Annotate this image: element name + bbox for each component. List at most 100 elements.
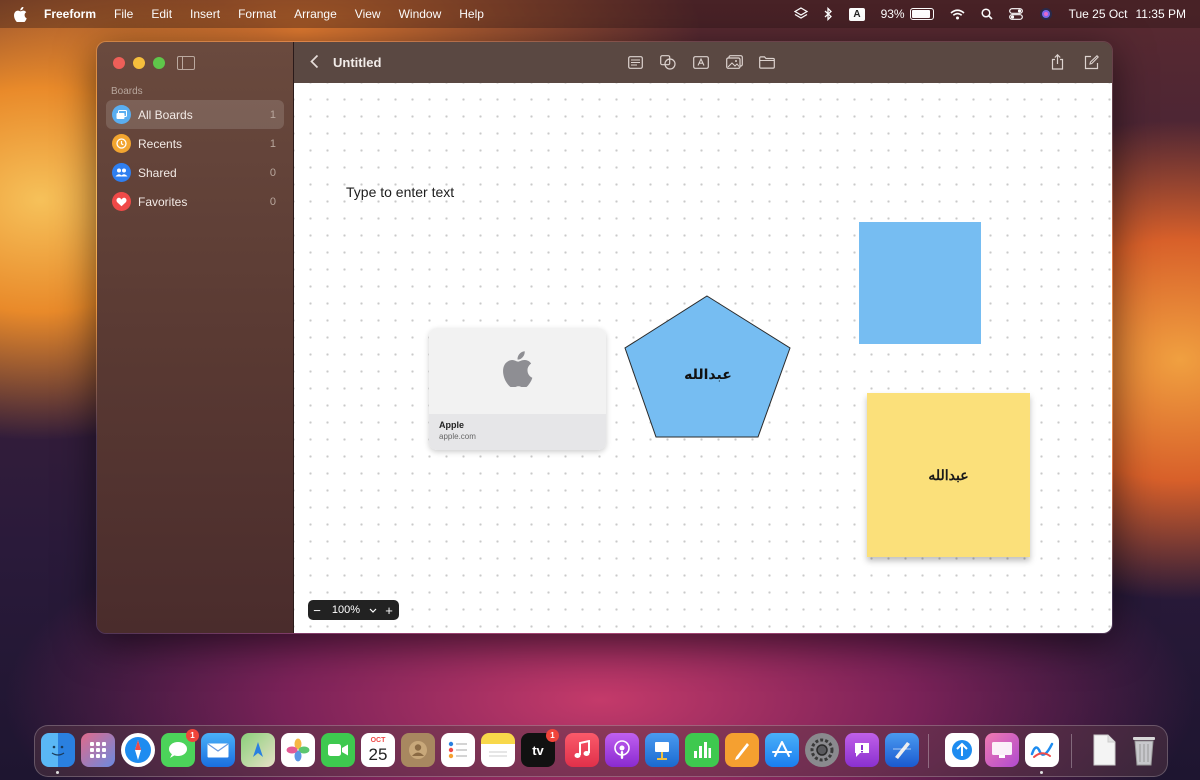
launchpad-icon[interactable] — [81, 733, 115, 767]
trash-icon[interactable] — [1127, 733, 1161, 767]
sidebar-item-count: 1 — [269, 108, 276, 121]
share-icon[interactable] — [1048, 54, 1066, 70]
sidebar-toggle-icon[interactable] — [177, 56, 195, 70]
music-icon[interactable] — [565, 733, 599, 767]
sticky-note-text: عبدالله — [928, 466, 969, 483]
mail-icon[interactable] — [201, 733, 235, 767]
sidebar-item-shared[interactable]: Shared 0 — [106, 158, 284, 187]
messages-icon[interactable]: 1 — [161, 729, 199, 767]
zoom-window-button[interactable] — [153, 57, 165, 69]
reminders-icon[interactable] — [441, 733, 475, 767]
apple-menu-icon[interactable] — [14, 6, 30, 22]
pentagon-label: عبدالله — [684, 367, 732, 383]
freeform-icon[interactable] — [1025, 733, 1059, 767]
dock-separator — [1071, 734, 1072, 768]
photos-icon[interactable] — [281, 733, 315, 767]
numbers-icon[interactable] — [685, 733, 719, 767]
messages-badge: 1 — [186, 729, 199, 742]
sidebar: Boards All Boards 1 Recents 1 Shared 0 F… — [97, 42, 294, 633]
text-box[interactable]: Type to enter text — [346, 184, 454, 200]
sidebar-item-label: Shared — [138, 165, 177, 180]
finder-icon[interactable] — [41, 733, 75, 767]
sidebar-item-label: Recents — [138, 136, 183, 151]
text-box-icon[interactable] — [692, 54, 710, 70]
media-icon[interactable] — [725, 54, 743, 70]
feedback-assistant-icon[interactable] — [845, 733, 879, 767]
blue-square-shape[interactable] — [859, 222, 981, 344]
sidebar-section-label: Boards — [111, 86, 143, 97]
new-board-icon[interactable] — [1082, 54, 1100, 70]
zoom-out-button[interactable]: − — [308, 603, 326, 618]
menu-edit[interactable]: Edit — [151, 7, 172, 21]
menu-format[interactable]: Format — [238, 7, 276, 21]
menu-time[interactable]: 11:35 PM — [1136, 7, 1186, 21]
contacts-icon[interactable] — [401, 733, 435, 767]
document-icon[interactable] — [1087, 733, 1121, 767]
link-card[interactable]: Apple apple.com — [429, 328, 606, 450]
sidebar-item-count: 1 — [269, 137, 276, 150]
freeform-window: Boards All Boards 1 Recents 1 Shared 0 F… — [96, 41, 1113, 634]
screen-sharing-icon[interactable] — [985, 733, 1019, 767]
apple-tv-icon[interactable]: tv 1 — [521, 729, 559, 767]
shapes-icon[interactable] — [659, 54, 677, 70]
menu-file[interactable]: File — [114, 7, 133, 21]
sticky-note-icon[interactable] — [626, 54, 644, 70]
menu-arrange[interactable]: Arrange — [294, 7, 337, 21]
folder-icon[interactable] — [758, 54, 776, 70]
sidebar-item-count: 0 — [269, 195, 276, 208]
menu-insert[interactable]: Insert — [190, 7, 220, 21]
battery-icon[interactable] — [909, 8, 934, 20]
board-toolbar: Untitled — [294, 42, 1112, 83]
pages-icon[interactable] — [725, 733, 759, 767]
sidebar-item-all-boards[interactable]: All Boards 1 — [106, 100, 284, 129]
link-card-title: Apple — [439, 420, 465, 430]
pentagon-shape[interactable]: عبدالله — [624, 295, 792, 439]
podcasts-icon[interactable] — [605, 733, 639, 767]
back-chevron-icon[interactable] — [310, 54, 319, 74]
transporter-icon[interactable] — [945, 733, 979, 767]
menu-date[interactable]: Tue 25 Oct — [1069, 7, 1128, 21]
sidebar-item-label: All Boards — [138, 107, 193, 122]
sidebar-item-favorites[interactable]: Favorites 0 — [106, 187, 284, 216]
input-source-icon[interactable]: A — [849, 7, 865, 21]
wifi-icon[interactable] — [950, 8, 965, 20]
zoom-chevron-down-icon[interactable] — [366, 608, 380, 613]
minimize-window-button[interactable] — [133, 57, 145, 69]
menu-window[interactable]: Window — [399, 7, 442, 21]
menu-view[interactable]: View — [355, 7, 381, 21]
close-window-button[interactable] — [113, 57, 125, 69]
toolbar-actions — [1032, 54, 1100, 70]
system-settings-icon[interactable] — [805, 733, 839, 767]
window-controls — [113, 57, 173, 69]
sidebar-item-label: Favorites — [138, 194, 188, 209]
calendar-month: OCT — [370, 736, 386, 744]
menu-bar: Freeform File Edit Insert Format Arrange… — [0, 0, 1200, 28]
menu-help[interactable]: Help — [459, 7, 484, 21]
board-title[interactable]: Untitled — [333, 55, 381, 70]
clock-icon — [112, 134, 131, 153]
siri-icon[interactable] — [1039, 7, 1053, 21]
board-canvas[interactable]: Type to enter text Apple apple.com عبدال… — [294, 83, 1112, 633]
facetime-icon[interactable] — [321, 733, 355, 767]
keynote-icon[interactable] — [645, 733, 679, 767]
safari-icon[interactable] — [121, 733, 155, 767]
sidebar-item-count: 0 — [269, 166, 276, 179]
app-store-icon[interactable] — [765, 733, 799, 767]
xcode-icon[interactable] — [885, 733, 919, 767]
link-card-thumbnail — [429, 328, 606, 414]
link-card-url: apple.com — [439, 432, 476, 441]
sticky-note[interactable]: عبدالله — [867, 393, 1030, 557]
sidebar-item-recents[interactable]: Recents 1 — [106, 129, 284, 158]
maps-icon[interactable] — [241, 733, 275, 767]
calendar-icon[interactable]: OCT 25 — [361, 733, 395, 767]
app-menu[interactable]: Freeform — [44, 7, 96, 21]
notes-icon[interactable] — [481, 733, 515, 767]
control-center-icon[interactable] — [1008, 8, 1023, 20]
zoom-in-button[interactable]: + — [380, 603, 398, 618]
zoom-level[interactable]: 100% — [326, 604, 366, 616]
boards-list: All Boards 1 Recents 1 Shared 0 Favorite… — [106, 100, 284, 216]
heart-icon — [112, 192, 131, 211]
layers-icon[interactable] — [794, 7, 809, 21]
bluetooth-icon[interactable] — [824, 7, 833, 21]
spotlight-search-icon[interactable] — [981, 8, 993, 20]
